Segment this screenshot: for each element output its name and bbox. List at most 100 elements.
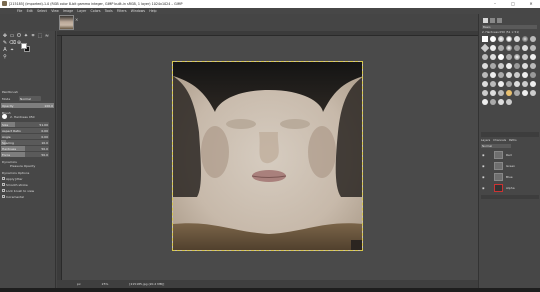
unit-selector[interactable]: px [77, 282, 81, 286]
brush-item[interactable] [506, 81, 512, 87]
brush-item[interactable] [514, 63, 520, 69]
foreground-color-swatch[interactable] [21, 43, 27, 49]
brush-item[interactable] [514, 72, 520, 78]
smooth-stroke-checkbox[interactable] [2, 183, 5, 186]
maximize-button[interactable]: □ [504, 0, 522, 8]
warp-tool-icon[interactable]: ≈ [44, 33, 50, 39]
brush-item[interactable] [490, 90, 496, 96]
text-tool-icon[interactable]: A [2, 47, 8, 53]
lasso-tool-icon[interactable]: ʘ [16, 33, 22, 39]
hardness-slider[interactable]: Hardness 50.0 [1, 146, 49, 151]
brush-item[interactable] [522, 54, 528, 60]
move-tool-icon[interactable]: ✥ [2, 33, 8, 39]
brush-item[interactable] [514, 54, 520, 60]
brush-item[interactable] [490, 63, 496, 69]
brush-item[interactable] [514, 90, 520, 96]
zoom-tool-icon[interactable]: ⚲ [2, 54, 8, 60]
brush-item[interactable] [490, 36, 496, 42]
brush-item[interactable] [522, 45, 528, 51]
incremental-checkbox[interactable] [2, 195, 5, 198]
brush-item[interactable] [490, 81, 496, 87]
tab-paths[interactable]: Paths [509, 138, 517, 142]
brush-item[interactable] [506, 90, 512, 96]
brush-item[interactable] [498, 99, 504, 105]
patterns-tab-icon[interactable] [490, 18, 495, 23]
dynamics-value[interactable]: Pressure Opacity [10, 164, 35, 168]
brush-item[interactable] [530, 54, 536, 60]
channel-row-alpha[interactable]: ◉ Alpha [481, 183, 539, 193]
brush-item[interactable] [530, 45, 536, 51]
brush-item[interactable] [506, 63, 512, 69]
brush-item[interactable] [522, 81, 528, 87]
brush-item[interactable] [482, 54, 488, 60]
rect-select-tool-icon[interactable]: ▭ [9, 33, 15, 39]
tab-layers[interactable]: Layers [481, 138, 490, 142]
spacing-slider[interactable]: Spacing 10.0 [1, 140, 49, 145]
brush-item[interactable] [482, 81, 488, 87]
close-button[interactable]: ✕ [522, 0, 540, 8]
channel-row-blue[interactable]: ◉ Blue [481, 172, 539, 182]
force-slider[interactable]: Force 50.0 [1, 152, 49, 157]
brush-item[interactable] [490, 45, 496, 51]
brush-filter-field[interactable]: Basic, [482, 25, 537, 29]
apply-jitter-checkbox[interactable] [2, 177, 5, 180]
brush-item[interactable] [482, 63, 488, 69]
crop-tool-icon[interactable]: ⌗ [30, 33, 36, 39]
brush-item[interactable] [522, 90, 528, 96]
brush-item[interactable] [482, 99, 488, 105]
brush-item[interactable] [506, 54, 512, 60]
eye-icon[interactable]: ◉ [482, 175, 485, 179]
dynamics-options-expander[interactable]: Dynamics Options [2, 171, 29, 175]
layer-mode-dropdown[interactable]: Normal [481, 144, 511, 148]
brush-item[interactable] [482, 72, 488, 78]
brush-item[interactable] [490, 99, 496, 105]
brush-item[interactable] [498, 90, 504, 96]
brush-item[interactable] [480, 43, 490, 53]
fuzzy-select-tool-icon[interactable]: ✦ [23, 33, 29, 39]
brush-item[interactable] [498, 81, 504, 87]
brush-item[interactable] [506, 72, 512, 78]
brush-item[interactable] [506, 99, 512, 105]
size-slider[interactable]: Size 51.00 [1, 122, 49, 127]
zoom-level[interactable]: 25% [102, 282, 109, 286]
lock-brush-checkbox[interactable] [2, 189, 5, 192]
brush-item[interactable] [498, 63, 504, 69]
fonts-tab-icon[interactable] [497, 18, 502, 23]
eye-icon[interactable]: ◉ [482, 153, 485, 157]
brush-item[interactable] [490, 54, 496, 60]
channel-row-red[interactable]: ◉ Red [481, 150, 539, 160]
brush-item[interactable] [514, 36, 520, 42]
brushes-tab-icon[interactable] [483, 18, 488, 23]
brush-item[interactable] [506, 36, 512, 42]
image-tab-close-icon[interactable]: × [75, 17, 78, 22]
mode-dropdown[interactable]: Normal [19, 96, 41, 101]
paintbrush-tool-icon[interactable]: ✎ [2, 40, 8, 46]
brush-grid[interactable] [480, 36, 538, 132]
eye-icon[interactable]: ◉ [482, 186, 485, 190]
brush-item[interactable] [498, 72, 504, 78]
brush-item[interactable] [530, 72, 536, 78]
brush-item[interactable] [522, 63, 528, 69]
canvas-area[interactable] [62, 36, 478, 280]
brush-item[interactable] [490, 72, 496, 78]
brush-item[interactable] [498, 54, 504, 60]
angle-slider[interactable]: Angle 0.00 [1, 134, 49, 139]
unified-transform-tool-icon[interactable]: ⬚ [37, 33, 43, 39]
image-tab-thumbnail[interactable] [59, 15, 74, 30]
color-picker-tool-icon[interactable]: ⌖ [9, 47, 15, 53]
brush-item[interactable] [482, 90, 488, 96]
minimize-button[interactable]: – [486, 0, 504, 8]
brush-item[interactable] [514, 45, 520, 51]
brush-item[interactable] [506, 45, 512, 51]
brush-item[interactable] [530, 63, 536, 69]
brush-item[interactable] [498, 45, 504, 51]
canvas-image[interactable] [172, 61, 363, 251]
opacity-slider[interactable]: Opacity 100.0 [1, 103, 54, 108]
tab-channels[interactable]: Channels [493, 138, 506, 142]
aspect-ratio-slider[interactable]: Aspect Ratio 0.00 [1, 128, 49, 133]
brush-item[interactable] [522, 72, 528, 78]
brush-item[interactable] [530, 81, 536, 87]
eraser-tool-icon[interactable]: ⌫ [9, 40, 16, 46]
brush-item[interactable] [514, 81, 520, 87]
brush-item[interactable] [530, 36, 536, 42]
